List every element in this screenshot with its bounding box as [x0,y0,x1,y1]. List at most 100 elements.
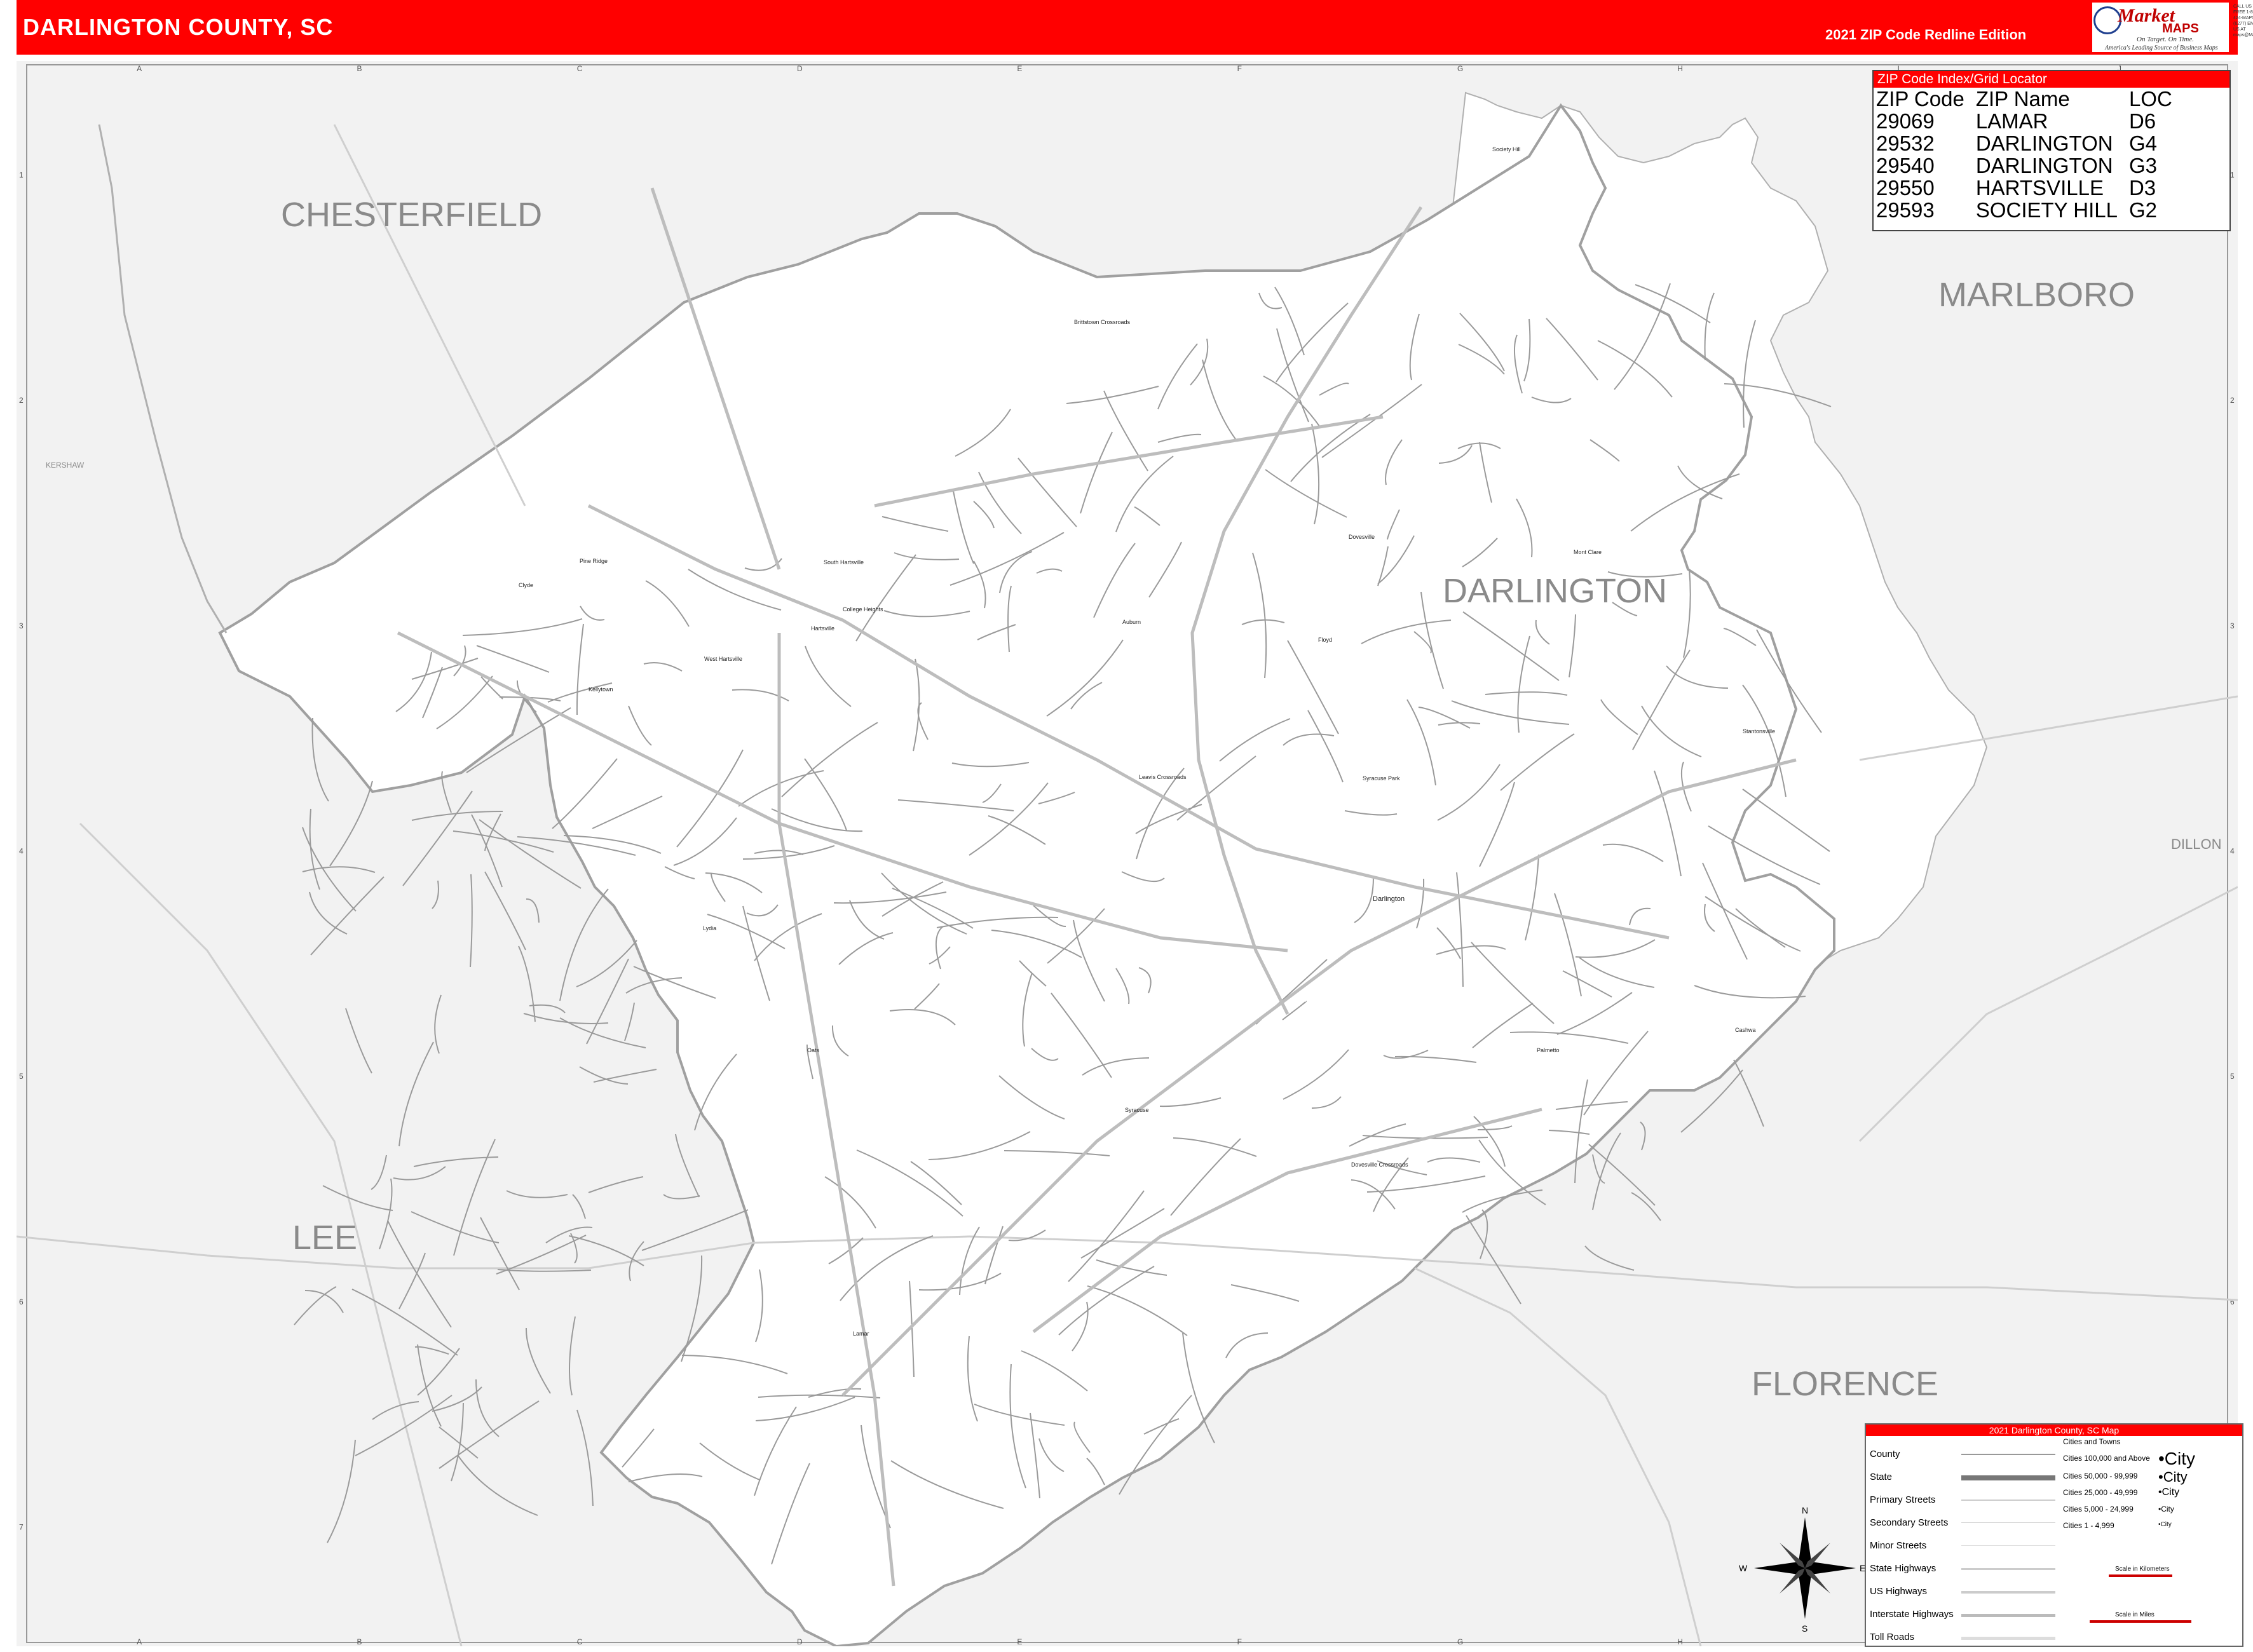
legend-line [1961,1475,2055,1480]
zip-name: DARLINGTON [1975,154,2113,177]
legend-city-range: Cities 25,000 - 49,999 [2063,1488,2138,1497]
place-label: Syracuse Park [1363,775,1400,782]
legend-toll: Toll Roads [1870,1632,1915,1642]
legend-line [1961,1637,2055,1640]
zip-code: 29532 [1876,132,1935,155]
zip-code: 29069 [1876,109,1935,133]
col-header: LOC [2128,87,2172,111]
legend-line [1961,1591,2055,1594]
grid-col-label: H [1677,1637,1683,1646]
place-label: Lydia [703,925,716,931]
legend-line [1961,1545,2055,1546]
county-label-lee: LEE [292,1219,357,1257]
legend-cities-title: Cities and Towns [2063,1437,2121,1446]
edition-label: 2021 ZIP Code Redline Edition [1825,27,2027,43]
grid-col-label: D [797,64,803,73]
contact-info: CALL US TOLL FREE 1-800-424-MAPS (6277) … [2233,4,2253,37]
grid-col-label: B [357,1637,362,1646]
legend-state: State [1870,1472,1893,1482]
marketmaps-logo[interactable]: Market MAPS On Target. On Time. America'… [2092,3,2229,52]
grid-col-label: G [1457,1637,1463,1646]
grid-row-label: 5 [2230,1072,2235,1081]
zip-loc: D3 [2128,176,2156,200]
grid-col-label: A [137,1637,142,1646]
legend-city-sample: •City [2158,1487,2180,1498]
place-label: Lamar [853,1330,869,1337]
grid-col-label: D [797,1637,803,1646]
legend-line [1961,1500,2055,1501]
place-label: Brittstown Crossroads [1074,319,1131,325]
grid-col-label: G [1457,64,1463,73]
legend-state-hwy: State Highways [1870,1563,1936,1574]
legend-minor: Minor Streets [1870,1540,1927,1551]
map-title: DARLINGTON COUNTY, SC [23,14,334,40]
place-label: Palmetto [1537,1047,1560,1053]
logo-maps: MAPS [2162,22,2199,36]
legend-city-range: Cities 1 - 4,999 [2063,1521,2114,1530]
county-label-marlboro: MARLBORO [1938,276,2135,314]
zip-loc: G3 [2128,154,2157,177]
county-label-florence: FLORENCE [1752,1365,1938,1403]
grid-row-label: 1 [2230,170,2235,179]
grid-col-label: B [357,64,362,73]
zip-code: 29593 [1876,198,1935,222]
zip-code: 29550 [1876,176,1935,200]
zip-name: LAMAR [1975,109,2048,133]
zip-index-table: ZIP Code ZIP Name LOC 29069 LAMAR D6 295… [1876,88,2184,221]
grid-row-label: 2 [2230,396,2235,405]
legend-city-range: Cities 5,000 - 24,999 [2063,1505,2134,1513]
grid-row-label: 4 [19,847,24,856]
scale-mi-label: Scale in Miles [2115,1611,2154,1618]
compass-s: S [1802,1623,1807,1634]
place-label: Society Hill [1492,146,1521,152]
table-row: 29593 SOCIETY HILL G2 [1876,199,2184,221]
zip-name: HARTSVILLE [1975,176,2104,200]
scale-bar-mi [2090,1620,2191,1623]
place-label: Kellytown [589,686,613,693]
county-label-dillon: DILLON [2171,836,2221,852]
county-map[interactable]: AABBCCDDEEFFGGHHIIJJ11223344556677 CHEST… [17,61,2238,1646]
table-row: 29069 LAMAR D6 [1876,110,2184,132]
place-label: Floyd [1318,637,1332,643]
table-row: 29550 HARTSVILLE D3 [1876,177,2184,199]
zip-loc: D6 [2128,109,2156,133]
legend-line [1961,1568,2055,1570]
place-label: Hartsville [811,625,834,632]
place-label: Dovesville Crossroads [1351,1161,1408,1168]
zip-loc: G2 [2128,198,2157,222]
logo-tagline-2: America's Leading Source of Business Map… [2105,44,2218,51]
grid-col-label: F [1237,64,1242,73]
legend-city-sample: •City [2158,1449,2196,1468]
col-header: ZIP Name [1975,87,2070,111]
zip-index-title: ZIP Code Index/Grid Locator [1874,71,2229,88]
place-label: College Heights [843,606,883,613]
place-label: Stantonsville [1743,728,1775,735]
grid-row-label: 2 [19,396,24,405]
legend-city-sample: •City [2158,1469,2188,1485]
grid-row-label: 4 [2230,847,2235,856]
legend-line [1961,1614,2055,1617]
place-label: Oats [807,1047,820,1053]
county-label-darlington: DARLINGTON [1443,572,1667,610]
compass-n: N [1802,1505,1808,1515]
legend-primary: Primary Streets [1870,1494,1936,1505]
grid-col-label: A [137,64,142,73]
place-label: Darlington [1373,895,1405,903]
grid-row-label: 1 [19,170,24,179]
legend-us-hwy: US Highways [1870,1586,1928,1597]
place-label: Cashwa [1735,1027,1756,1033]
zip-name: DARLINGTON [1975,132,2113,155]
place-label: Leavis Crossroads [1139,774,1187,780]
grid-col-label: C [577,64,583,73]
place-label: Dovesville [1349,534,1375,540]
legend-county: County [1870,1449,1900,1459]
legend-interstate: Interstate Highways [1870,1609,1954,1620]
place-label: Syracuse [1125,1107,1149,1113]
grid-col-label: F [1237,1637,1242,1646]
place-label: Pine Ridge [580,558,608,564]
place-label: Auburn [1122,619,1141,625]
county-label-chesterfield: CHESTERFIELD [281,196,542,234]
header-bar: DARLINGTON COUNTY, SC 2021 ZIP Code Redl… [17,0,2253,55]
grid-col-label: E [1017,64,1022,73]
grid-col-label: E [1017,1637,1022,1646]
